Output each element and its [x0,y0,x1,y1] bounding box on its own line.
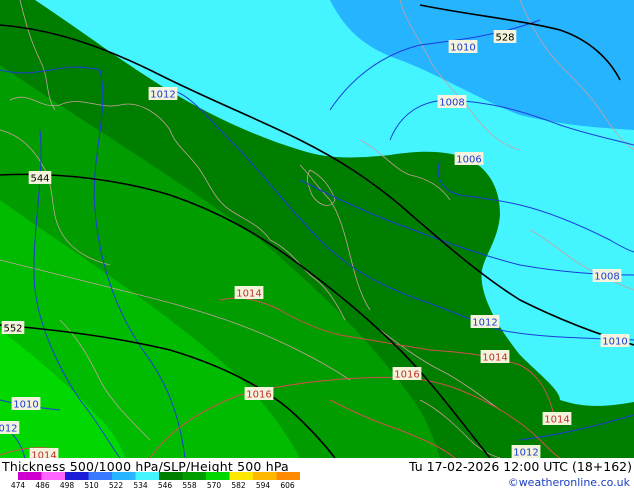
legend-swatch [112,472,136,480]
svg-text:1016: 1016 [246,390,271,401]
svg-text:1012: 1012 [513,448,538,459]
svg-text:1014: 1014 [544,415,569,426]
isobar-label: 012 [0,421,20,435]
svg-text:1010: 1010 [450,43,475,54]
legend-swatch [41,472,66,480]
legend-tick: 474 [10,481,26,490]
isobar-label: 1014 [542,412,572,426]
legend-tick: 594 [255,481,271,490]
legend-tick: 582 [231,481,246,490]
svg-text:1012: 1012 [150,90,175,101]
legend-tick: 498 [59,481,75,490]
svg-text:544: 544 [30,174,49,185]
isobar-label: 1016 [392,367,422,381]
legend-swatch [159,472,183,480]
svg-text:1014: 1014 [236,289,261,300]
legend-swatch [88,472,113,480]
site-credit[interactable]: ©weatheronline.co.uk [508,476,630,489]
legend-swatch [206,472,230,480]
legend-swatch [182,472,207,480]
isobar-label: 1012 [148,87,178,101]
svg-text:1010: 1010 [13,400,38,411]
isobar-label: 1008 [592,269,622,283]
svg-text:1014: 1014 [31,451,56,459]
legend-swatch [276,472,300,480]
legend-tick: 546 [157,481,173,490]
isobar-label: 1008 [437,95,467,109]
svg-text:1016: 1016 [394,370,419,381]
svg-text:1008: 1008 [594,272,619,283]
legend-swatch [65,472,89,480]
svg-text:1012: 1012 [472,318,497,329]
isobar-label: 1010 [448,40,478,54]
isobar-label: 1014 [234,286,264,300]
height-label: 552 [1,321,25,335]
svg-text:1008: 1008 [439,98,464,109]
svg-text:528: 528 [495,33,514,44]
isobar-label: 1010 [600,334,630,348]
legend-swatch [253,472,277,480]
legend-swatch [18,472,42,480]
legend-tick: 534 [133,481,148,490]
thickness-color-legend [18,472,300,480]
legend-swatch [135,472,160,480]
svg-text:012: 012 [0,424,18,435]
legend-tick: 522 [108,481,124,490]
isobar-label: 1016 [244,387,274,401]
svg-text:1010: 1010 [602,337,627,348]
legend-tick: 606 [280,481,295,490]
weather-map: 528 544 552 1010 1012 1008 1006 1008 1012 1010 101… [0,0,634,458]
isobar-label: 1012 [470,315,500,329]
isobar-label: 1012 [511,445,541,459]
legend-tick: 558 [182,481,197,490]
legend-swatch [229,472,254,480]
isobar-label: 1006 [454,152,484,166]
legend-tick: 486 [35,481,50,490]
height-label: 528 [493,30,517,44]
height-label: 544 [28,171,52,185]
legend-tick: 510 [84,481,99,490]
svg-text:1006: 1006 [456,155,481,166]
isobar-label: 1010 [11,397,41,411]
legend-tick-labels: 474 486 498 510 522 534 546 558 570 582 594 606 [0,481,320,490]
svg-text:1014: 1014 [482,353,507,364]
isobar-label: 1014 [29,448,59,459]
svg-text:552: 552 [3,324,22,335]
isobar-label: 1014 [480,350,510,364]
legend-tick: 570 [206,481,222,490]
valid-time: Tu 17-02-2026 12:00 UTC (18+162) [409,459,632,474]
